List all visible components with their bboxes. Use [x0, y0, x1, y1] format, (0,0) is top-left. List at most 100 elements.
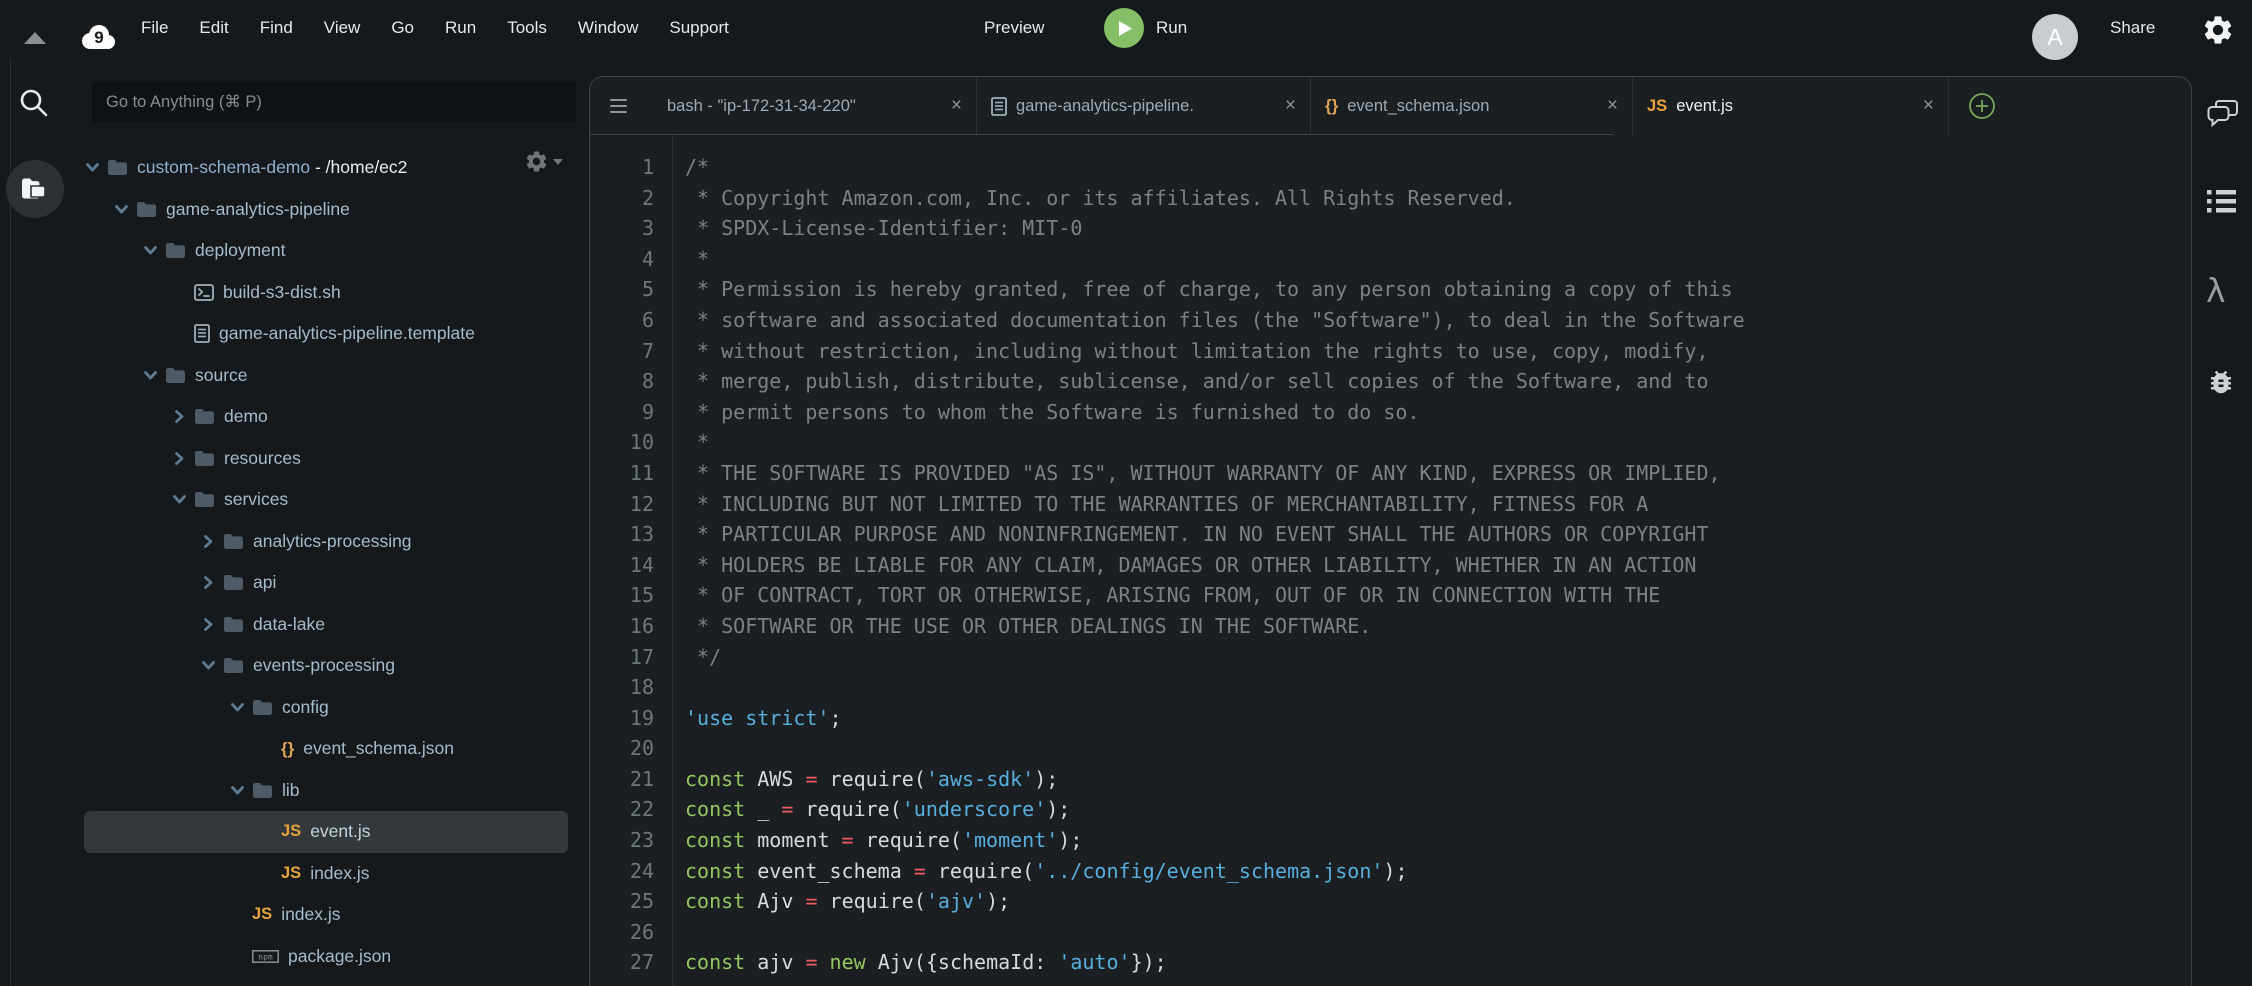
collaboration-icon[interactable]: [2206, 99, 2239, 134]
chevron-right-icon[interactable]: [202, 534, 223, 548]
tree-item[interactable]: game-analytics-pipeline: [56, 189, 568, 231]
menu-bar: 9 File Edit Find View Go Run Tools Window Suppor…: [0, 0, 2252, 60]
close-icon[interactable]: ×: [941, 95, 962, 117]
goto-anything-input[interactable]: [92, 82, 576, 122]
menu-items: File Edit Find View Go Run Tools Window Support: [141, 0, 729, 55]
chevron-down-icon[interactable]: [202, 661, 223, 670]
document-icon: [194, 324, 210, 344]
tab-list-menu-icon[interactable]: [610, 95, 627, 117]
settings-gear-icon[interactable]: [2201, 13, 2235, 52]
close-icon[interactable]: ×: [1275, 95, 1296, 117]
line-number: 9: [641, 399, 654, 424]
tab-label: game-analytics-pipeline.: [1016, 96, 1194, 115]
folder-icon: [165, 367, 186, 384]
chevron-down-icon[interactable]: [115, 204, 136, 214]
folder-icon: [165, 242, 186, 259]
close-icon[interactable]: ×: [1913, 95, 1934, 117]
chevron-down-icon[interactable]: [86, 163, 107, 172]
code-line: * PARTICULAR PURPOSE AND NONINFRINGEMENT…: [685, 522, 1709, 547]
menu-item-file[interactable]: File: [141, 18, 168, 38]
collapse-menubar-icon[interactable]: [24, 32, 46, 44]
tree-item-label: custom-schema-demo: [137, 157, 311, 178]
new-tab-button[interactable]: [1968, 92, 1996, 120]
chevron-down-icon[interactable]: [231, 785, 252, 795]
code-line: * SPDX-License-Identifier: MIT-0: [685, 216, 1083, 241]
tree-item-label: api: [253, 572, 277, 593]
tree-item[interactable]: data-lake: [56, 604, 568, 646]
line-number: 10: [629, 430, 654, 455]
tree-item[interactable]: custom-schema-demo - /home/ec2: [56, 147, 568, 189]
chevron-down-icon[interactable]: [144, 246, 165, 255]
chevron-down-icon[interactable]: [144, 370, 165, 380]
chevron-right-icon[interactable]: [173, 451, 194, 465]
search-icon[interactable]: [17, 86, 51, 125]
aws-resources-lambda-icon[interactable]: λ: [2206, 271, 2226, 310]
code-editor[interactable]: 1 2 3 4 5 6 7 8 9 10 11 12 13 14 15 16 17 18 19 20 21 22 23 24 2…: [590, 135, 2191, 986]
menu-item-run[interactable]: Run: [445, 18, 476, 38]
tree-item[interactable]: build-s3-dist.sh: [56, 272, 568, 314]
tree-item[interactable]: analytics-processing: [56, 521, 568, 563]
close-icon[interactable]: ×: [1597, 95, 1618, 117]
menu-item-support[interactable]: Support: [669, 18, 729, 38]
line-number: 2: [641, 185, 654, 210]
folder-icon: [252, 699, 273, 716]
npm-icon: npm: [252, 949, 279, 963]
tree-item[interactable]: {} event_schema.json: [56, 728, 568, 770]
tree-item-label: package.json: [288, 945, 392, 966]
menu-item-view[interactable]: View: [324, 18, 361, 38]
menu-item-find[interactable]: Find: [260, 18, 293, 38]
debug-bug-icon[interactable]: [2206, 367, 2236, 402]
tree-item[interactable]: deployment: [56, 230, 568, 272]
line-number: 12: [629, 491, 654, 516]
tree-item[interactable]: JS index.js: [56, 853, 568, 895]
folder-icon: [136, 201, 157, 218]
line-number: 25: [629, 889, 654, 914]
preview-button[interactable]: Preview: [984, 18, 1044, 38]
tree-item[interactable]: lib: [56, 770, 568, 812]
code-line: * Permission is hereby granted, free of …: [685, 277, 1733, 302]
folder-icon: [194, 408, 215, 425]
chevron-right-icon[interactable]: [202, 617, 223, 631]
tree-item[interactable]: events-processing: [56, 645, 568, 687]
folder-icon: [223, 616, 244, 633]
code-line: * THE SOFTWARE IS PROVIDED "AS IS", WITH…: [685, 460, 1721, 485]
chevron-down-icon[interactable]: [173, 495, 194, 504]
menu-item-go[interactable]: Go: [391, 18, 414, 38]
menu-item-window[interactable]: Window: [578, 18, 638, 38]
editor-tab[interactable]: JS event.js ×: [1633, 77, 1949, 135]
chevron-right-icon[interactable]: [173, 410, 194, 424]
editor-tab[interactable]: bash - "ip-172-31-34-220" ×: [653, 77, 977, 135]
tree-item[interactable]: JS event.js: [84, 811, 568, 853]
line-number: 21: [629, 766, 654, 791]
cloud9-logo-icon[interactable]: 9: [78, 24, 118, 56]
share-button[interactable]: Share: [2110, 18, 2155, 38]
editor-code: /* * Copyright Amazon.com, Inc. or its a…: [673, 135, 1745, 986]
tree-item[interactable]: resources: [56, 438, 568, 480]
menu-item-tools[interactable]: Tools: [507, 18, 547, 38]
tree-item[interactable]: JS index.js: [56, 894, 568, 936]
terminal-file-icon: [194, 283, 214, 301]
editor-tab[interactable]: {} event_schema.json ×: [1311, 77, 1633, 135]
tree-item-label: resources: [224, 447, 301, 468]
chevron-right-icon[interactable]: [202, 576, 223, 590]
line-number: 24: [629, 858, 654, 883]
tree-item[interactable]: api: [56, 562, 568, 604]
menu-item-edit[interactable]: Edit: [199, 18, 228, 38]
document-icon: [991, 96, 1007, 116]
tree-item[interactable]: config: [56, 687, 568, 729]
code-line: */: [685, 644, 722, 669]
editor-tab[interactable]: game-analytics-pipeline. ×: [977, 77, 1311, 135]
run-button[interactable]: Run: [1104, 8, 1187, 48]
chevron-down-icon[interactable]: [231, 702, 252, 712]
code-line: 'use strict';: [685, 705, 842, 730]
line-number: 14: [629, 552, 654, 577]
tree-item[interactable]: source: [56, 355, 568, 397]
tree-item[interactable]: npm package.json: [56, 936, 568, 978]
avatar[interactable]: A: [2032, 14, 2078, 60]
folder-icon: [252, 782, 273, 799]
outline-icon[interactable]: [2206, 189, 2237, 219]
tree-item[interactable]: demo: [56, 396, 568, 438]
tree-item[interactable]: services: [56, 479, 568, 521]
line-number: 27: [629, 950, 654, 975]
tree-item[interactable]: game-analytics-pipeline.template: [56, 313, 568, 355]
